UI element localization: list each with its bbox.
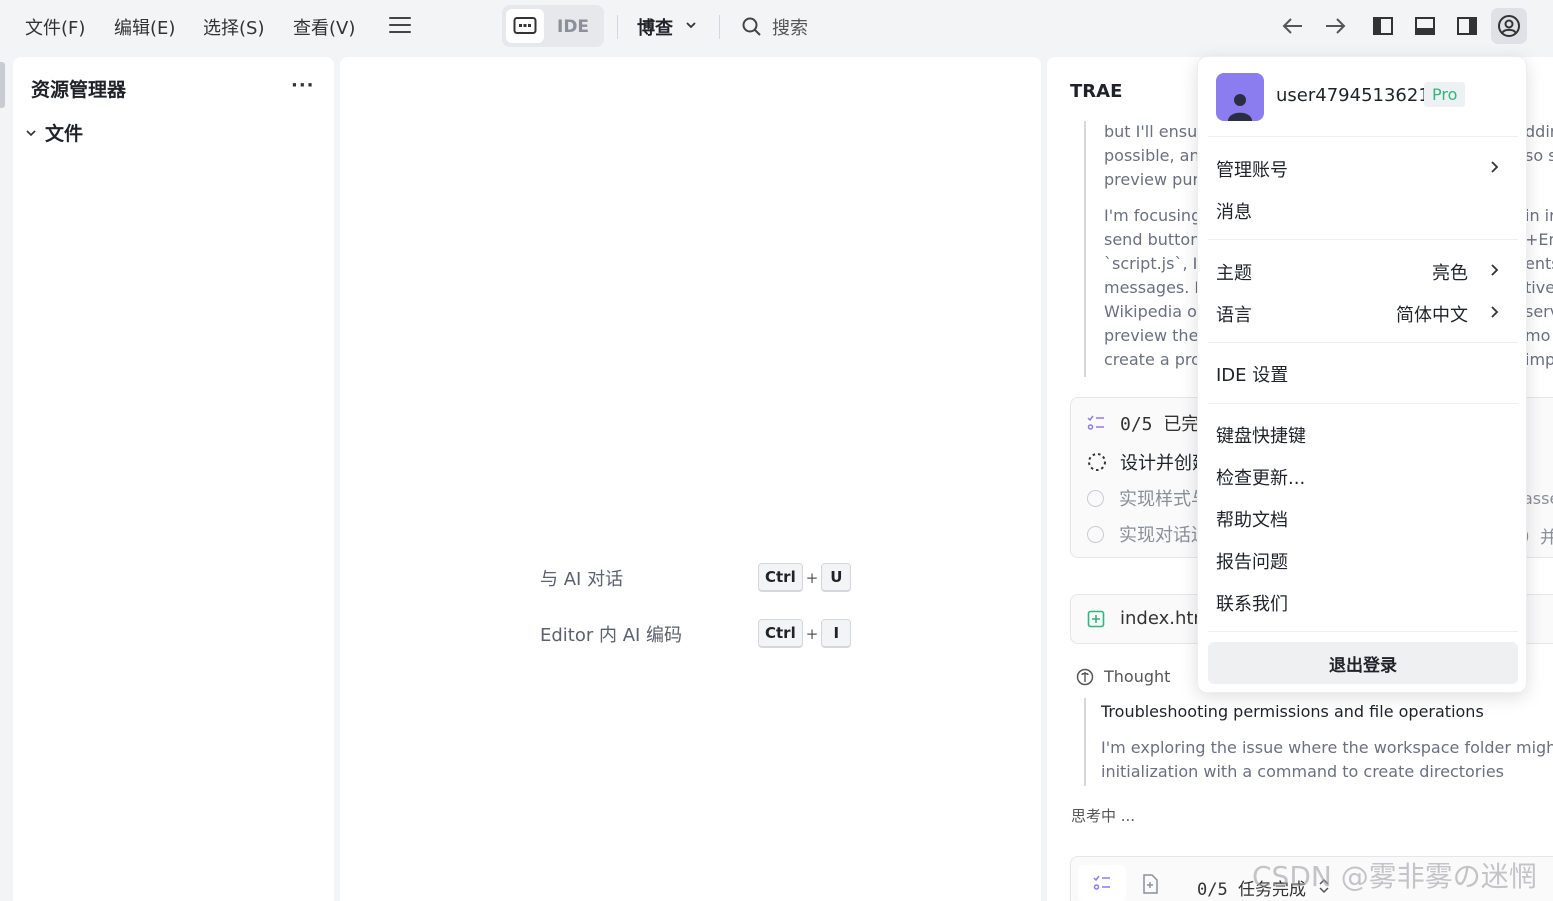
shortcut-label: Editor 内 AI 编码 (540, 624, 683, 646)
pro-badge: Pro (1424, 82, 1466, 107)
menu-keyboard-shortcuts[interactable]: 键盘快捷键 (1216, 422, 1306, 448)
menu-help-docs[interactable]: 帮助文档 (1216, 506, 1288, 532)
explorer-panel: 资源管理器 ··· 文件 (13, 57, 334, 901)
editor-area: 与 AI 对话 Ctrl + U Editor 内 AI 编码 Ctrl + I (340, 57, 1041, 901)
menu-messages[interactable]: 消息 (1216, 198, 1252, 224)
document-icon[interactable] (1141, 874, 1159, 894)
shortcut-label: 与 AI 对话 (540, 568, 624, 590)
solo-mode-button[interactable] (506, 9, 544, 43)
chevron-right-icon[interactable] (1488, 263, 1500, 277)
menu-report-issue[interactable]: 报告问题 (1216, 548, 1288, 574)
toggle-left-panel-icon[interactable] (1370, 13, 1396, 39)
menu-check-updates[interactable]: 检查更新... (1216, 464, 1305, 490)
menu-theme[interactable]: 主题 (1216, 259, 1252, 285)
task-label: 实现样式与 (1119, 489, 1209, 510)
checklist-icon (1087, 415, 1104, 430)
thought-header[interactable]: Thought (1076, 667, 1170, 686)
forward-arrow-icon[interactable] (1322, 13, 1348, 39)
more-menu-icon[interactable] (389, 17, 411, 35)
chevron-down-icon[interactable] (684, 18, 698, 32)
menu-contact-us[interactable]: 联系我们 (1216, 590, 1288, 616)
thought-heading: Troubleshooting permissions and file ope… (1101, 702, 1484, 721)
thought-paragraph: I'm exploring the issue where the worksp… (1101, 738, 1553, 781)
chat-window-icon (513, 17, 537, 34)
thinking-status: 思考中 ... (1071, 807, 1136, 825)
menu-edit[interactable]: 编辑(E) (114, 14, 175, 40)
shortcut-chat: 与 AI 对话 Ctrl + U (540, 563, 852, 592)
more-options-icon[interactable]: ··· (291, 75, 315, 96)
watermark: CSDN @雾非雾の迷惘 (1252, 860, 1537, 893)
key-cap: I (821, 619, 852, 648)
divider (1208, 342, 1518, 343)
task-list-tab[interactable] (1078, 865, 1126, 901)
user-silhouette-icon (1228, 94, 1252, 121)
files-folder[interactable]: 文件 (25, 119, 83, 146)
menu-file[interactable]: 文件(F) (25, 14, 85, 40)
divider (1208, 403, 1518, 404)
explorer-title: 资源管理器 (31, 79, 127, 101)
user-circle-icon (1498, 15, 1520, 37)
plus-sign: + (805, 568, 819, 587)
key-cap: Ctrl (758, 563, 803, 592)
logout-button[interactable]: 退出登录 (1208, 642, 1518, 684)
account-dropdown: user4794513621 Pro 管理账号 消息 主题 亮色 语言 简体中文… (1197, 56, 1527, 693)
avatar (1216, 73, 1264, 121)
task-item: 实现样式与 (1087, 485, 1209, 511)
divider (617, 15, 618, 39)
thought-quote-bar (1084, 121, 1086, 377)
chevron-right-icon[interactable] (1488, 305, 1500, 319)
account-button[interactable] (1491, 8, 1527, 44)
key-cap: U (821, 563, 852, 592)
menu-ide-settings[interactable]: IDE 设置 (1216, 361, 1288, 387)
checklist-icon (1093, 875, 1110, 890)
task-label-overflow: ）并 (1523, 528, 1553, 548)
chevron-right-icon[interactable] (1488, 160, 1500, 174)
divider (1208, 239, 1518, 240)
divider (1208, 631, 1518, 632)
thought-bulb-icon (1076, 668, 1094, 685)
title-bar: 文件(F) 编辑(E) 选择(S) 查看(V) IDE 博查 搜索 (0, 0, 1553, 54)
mode-toggle[interactable]: IDE (502, 5, 604, 47)
plus-sign: + (805, 624, 819, 643)
activity-indicator (0, 62, 5, 108)
menu-select[interactable]: 选择(S) (203, 14, 264, 40)
thought-paragraph-overflow: ddinso s (1525, 122, 1553, 165)
thought-quote-bar (1084, 698, 1086, 786)
menu-view[interactable]: 查看(V) (293, 14, 355, 40)
ide-mode-button[interactable]: IDE (557, 17, 589, 37)
shortcut-inline-edit: Editor 内 AI 编码 Ctrl + I (540, 619, 852, 648)
toggle-right-panel-icon[interactable] (1454, 13, 1480, 39)
task-item: 设计并创建 (1087, 449, 1210, 475)
thought-paragraph-overflow: in ir+Enentstiveservmoimp (1525, 206, 1553, 369)
chat-title: TRAE (1070, 81, 1123, 102)
theme-value[interactable]: 亮色 (1432, 259, 1468, 285)
toggle-bottom-panel-icon[interactable] (1412, 13, 1438, 39)
divider (1208, 136, 1518, 137)
search-button[interactable]: 搜索 (772, 14, 808, 40)
language-value[interactable]: 简体中文 (1396, 301, 1468, 327)
pending-circle-icon (1087, 525, 1104, 543)
divider (719, 15, 720, 39)
key-cap: Ctrl (758, 619, 803, 648)
project-name[interactable]: 博查 (637, 14, 673, 40)
menu-language[interactable]: 语言 (1216, 301, 1252, 327)
task-label-overflow: asse (1523, 489, 1553, 508)
task-item: 实现对话逻 (1087, 521, 1209, 547)
search-icon[interactable] (741, 16, 763, 38)
pending-circle-icon (1087, 489, 1104, 507)
loading-spinner-icon (1088, 453, 1106, 471)
file-added-icon (1087, 610, 1105, 628)
files-label: 文件 (45, 123, 84, 145)
thought-label: Thought (1104, 667, 1171, 686)
task-label: 实现对话逻 (1119, 525, 1209, 546)
chevron-down-icon[interactable] (25, 127, 37, 139)
back-arrow-icon[interactable] (1280, 13, 1306, 39)
username: user4794513621 (1276, 85, 1430, 106)
menu-manage-account[interactable]: 管理账号 (1216, 156, 1288, 182)
